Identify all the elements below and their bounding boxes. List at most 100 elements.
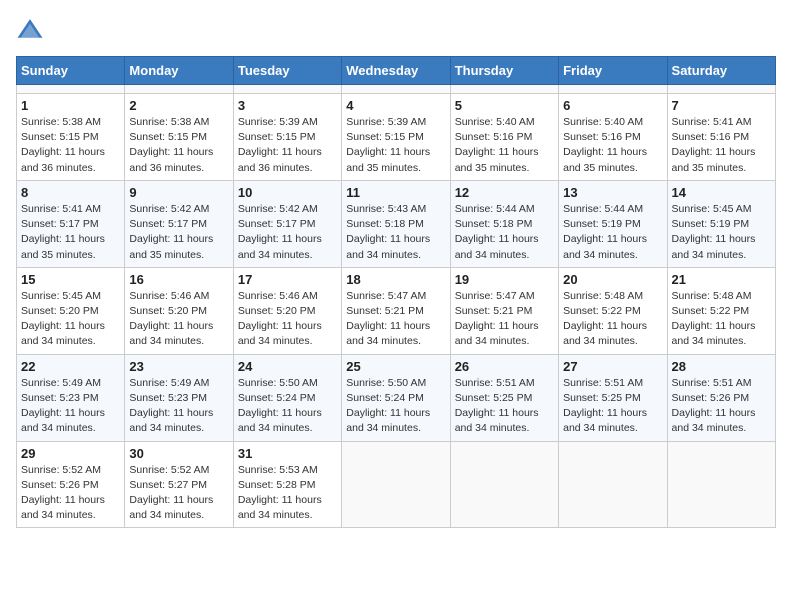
- calendar-cell: 11Sunrise: 5:43 AM Sunset: 5:18 PM Dayli…: [342, 180, 450, 267]
- day-number: 11: [346, 185, 445, 200]
- day-info: Sunrise: 5:45 AM Sunset: 5:19 PM Dayligh…: [672, 202, 771, 263]
- day-info: Sunrise: 5:40 AM Sunset: 5:16 PM Dayligh…: [455, 115, 554, 176]
- day-info: Sunrise: 5:38 AM Sunset: 5:15 PM Dayligh…: [129, 115, 228, 176]
- calendar-cell: 24Sunrise: 5:50 AM Sunset: 5:24 PM Dayli…: [233, 354, 341, 441]
- day-info: Sunrise: 5:49 AM Sunset: 5:23 PM Dayligh…: [21, 376, 120, 437]
- calendar-cell: 2 Sunrise: 5:38 AM Sunset: 5:15 PM Daylig…: [125, 94, 233, 181]
- calendar-cell: [450, 441, 558, 528]
- day-number: 2: [129, 98, 228, 113]
- day-info: Sunrise: 5:51 AM Sunset: 5:25 PM Dayligh…: [563, 376, 662, 437]
- day-info: Sunrise: 5:45 AM Sunset: 5:20 PM Dayligh…: [21, 289, 120, 350]
- day-info: Sunrise: 5:50 AM Sunset: 5:24 PM Dayligh…: [346, 376, 445, 437]
- day-number: 29: [21, 446, 120, 461]
- calendar-week-3: 8 Sunrise: 5:41 AM Sunset: 5:17 PM Daylig…: [17, 180, 776, 267]
- day-number: 17: [238, 272, 337, 287]
- calendar-cell: 16Sunrise: 5:46 AM Sunset: 5:20 PM Dayli…: [125, 267, 233, 354]
- calendar-cell: 30 Sunrise: 5:52 AM Sunset: 5:27 PM Dayli…: [125, 441, 233, 528]
- calendar-cell: 4Sunrise: 5:39 AM Sunset: 5:15 PM Daylig…: [342, 94, 450, 181]
- day-info: Sunrise: 5:53 AM Sunset: 5:28 PM Dayligh…: [238, 463, 337, 524]
- calendar-cell: [559, 85, 667, 94]
- calendar-cell: 28Sunrise: 5:51 AM Sunset: 5:26 PM Dayli…: [667, 354, 775, 441]
- day-header-thursday: Thursday: [450, 57, 558, 85]
- logo: [16, 16, 48, 44]
- day-info: Sunrise: 5:39 AM Sunset: 5:15 PM Dayligh…: [346, 115, 445, 176]
- calendar-cell: [667, 441, 775, 528]
- calendar-cell: 9Sunrise: 5:42 AM Sunset: 5:17 PM Daylig…: [125, 180, 233, 267]
- day-number: 7: [672, 98, 771, 113]
- day-number: 12: [455, 185, 554, 200]
- calendar-cell: 18Sunrise: 5:47 AM Sunset: 5:21 PM Dayli…: [342, 267, 450, 354]
- calendar-cell: 1 Sunrise: 5:38 AM Sunset: 5:15 PM Daylig…: [17, 94, 125, 181]
- day-info: Sunrise: 5:44 AM Sunset: 5:18 PM Dayligh…: [455, 202, 554, 263]
- calendar-week-5: 22 Sunrise: 5:49 AM Sunset: 5:23 PM Dayli…: [17, 354, 776, 441]
- calendar-cell: [559, 441, 667, 528]
- day-number: 31: [238, 446, 337, 461]
- calendar-cell: [342, 85, 450, 94]
- calendar-cell: 7 Sunrise: 5:41 AM Sunset: 5:16 PM Daylig…: [667, 94, 775, 181]
- calendar-cell: 29 Sunrise: 5:52 AM Sunset: 5:26 PM Dayli…: [17, 441, 125, 528]
- day-header-friday: Friday: [559, 57, 667, 85]
- calendar-cell: 27Sunrise: 5:51 AM Sunset: 5:25 PM Dayli…: [559, 354, 667, 441]
- calendar-cell: 22 Sunrise: 5:49 AM Sunset: 5:23 PM Dayli…: [17, 354, 125, 441]
- day-info: Sunrise: 5:46 AM Sunset: 5:20 PM Dayligh…: [129, 289, 228, 350]
- day-info: Sunrise: 5:48 AM Sunset: 5:22 PM Dayligh…: [563, 289, 662, 350]
- calendar-cell: [342, 441, 450, 528]
- day-info: Sunrise: 5:41 AM Sunset: 5:16 PM Dayligh…: [672, 115, 771, 176]
- day-info: Sunrise: 5:42 AM Sunset: 5:17 PM Dayligh…: [238, 202, 337, 263]
- calendar-cell: 15 Sunrise: 5:45 AM Sunset: 5:20 PM Dayli…: [17, 267, 125, 354]
- calendar-cell: 3Sunrise: 5:39 AM Sunset: 5:15 PM Daylig…: [233, 94, 341, 181]
- calendar-cell: 23 Sunrise: 5:49 AM Sunset: 5:23 PM Dayli…: [125, 354, 233, 441]
- calendar-week-2: 1 Sunrise: 5:38 AM Sunset: 5:15 PM Daylig…: [17, 94, 776, 181]
- day-info: Sunrise: 5:38 AM Sunset: 5:15 PM Dayligh…: [21, 115, 120, 176]
- day-number: 9: [129, 185, 228, 200]
- calendar-week-4: 15 Sunrise: 5:45 AM Sunset: 5:20 PM Dayli…: [17, 267, 776, 354]
- calendar-cell: 5 Sunrise: 5:40 AM Sunset: 5:16 PM Daylig…: [450, 94, 558, 181]
- calendar-cell: 14Sunrise: 5:45 AM Sunset: 5:19 PM Dayli…: [667, 180, 775, 267]
- day-info: Sunrise: 5:41 AM Sunset: 5:17 PM Dayligh…: [21, 202, 120, 263]
- day-number: 6: [563, 98, 662, 113]
- calendar-week-1: [17, 85, 776, 94]
- calendar-cell: 25Sunrise: 5:50 AM Sunset: 5:24 PM Dayli…: [342, 354, 450, 441]
- day-number: 5: [455, 98, 554, 113]
- day-info: Sunrise: 5:52 AM Sunset: 5:27 PM Dayligh…: [129, 463, 228, 524]
- day-info: Sunrise: 5:49 AM Sunset: 5:23 PM Dayligh…: [129, 376, 228, 437]
- day-number: 18: [346, 272, 445, 287]
- calendar-cell: [667, 85, 775, 94]
- calendar-cell: [450, 85, 558, 94]
- day-number: 30: [129, 446, 228, 461]
- calendar-cell: [233, 85, 341, 94]
- day-info: Sunrise: 5:39 AM Sunset: 5:15 PM Dayligh…: [238, 115, 337, 176]
- calendar-cell: 19Sunrise: 5:47 AM Sunset: 5:21 PM Dayli…: [450, 267, 558, 354]
- calendar-table: SundayMondayTuesdayWednesdayThursdayFrid…: [16, 56, 776, 528]
- day-number: 10: [238, 185, 337, 200]
- day-info: Sunrise: 5:44 AM Sunset: 5:19 PM Dayligh…: [563, 202, 662, 263]
- day-info: Sunrise: 5:52 AM Sunset: 5:26 PM Dayligh…: [21, 463, 120, 524]
- day-header-saturday: Saturday: [667, 57, 775, 85]
- day-header-sunday: Sunday: [17, 57, 125, 85]
- calendar-cell: 13 Sunrise: 5:44 AM Sunset: 5:19 PM Dayli…: [559, 180, 667, 267]
- day-number: 13: [563, 185, 662, 200]
- calendar-cell: [17, 85, 125, 94]
- calendar-cell: 12 Sunrise: 5:44 AM Sunset: 5:18 PM Dayli…: [450, 180, 558, 267]
- day-number: 15: [21, 272, 120, 287]
- calendar-cell: 6Sunrise: 5:40 AM Sunset: 5:16 PM Daylig…: [559, 94, 667, 181]
- day-info: Sunrise: 5:51 AM Sunset: 5:26 PM Dayligh…: [672, 376, 771, 437]
- day-info: Sunrise: 5:51 AM Sunset: 5:25 PM Dayligh…: [455, 376, 554, 437]
- calendar-cell: 26Sunrise: 5:51 AM Sunset: 5:25 PM Dayli…: [450, 354, 558, 441]
- day-header-wednesday: Wednesday: [342, 57, 450, 85]
- day-number: 19: [455, 272, 554, 287]
- day-info: Sunrise: 5:46 AM Sunset: 5:20 PM Dayligh…: [238, 289, 337, 350]
- day-number: 24: [238, 359, 337, 374]
- day-number: 1: [21, 98, 120, 113]
- day-number: 20: [563, 272, 662, 287]
- calendar-cell: 10 Sunrise: 5:42 AM Sunset: 5:17 PM Dayli…: [233, 180, 341, 267]
- day-number: 21: [672, 272, 771, 287]
- day-number: 23: [129, 359, 228, 374]
- day-number: 8: [21, 185, 120, 200]
- calendar-cell: 31 Sunrise: 5:53 AM Sunset: 5:28 PM Dayli…: [233, 441, 341, 528]
- calendar-cell: 17 Sunrise: 5:46 AM Sunset: 5:20 PM Dayli…: [233, 267, 341, 354]
- calendar-week-6: 29 Sunrise: 5:52 AM Sunset: 5:26 PM Dayli…: [17, 441, 776, 528]
- logo-icon: [16, 16, 44, 44]
- day-number: 22: [21, 359, 120, 374]
- calendar-cell: 20 Sunrise: 5:48 AM Sunset: 5:22 PM Dayli…: [559, 267, 667, 354]
